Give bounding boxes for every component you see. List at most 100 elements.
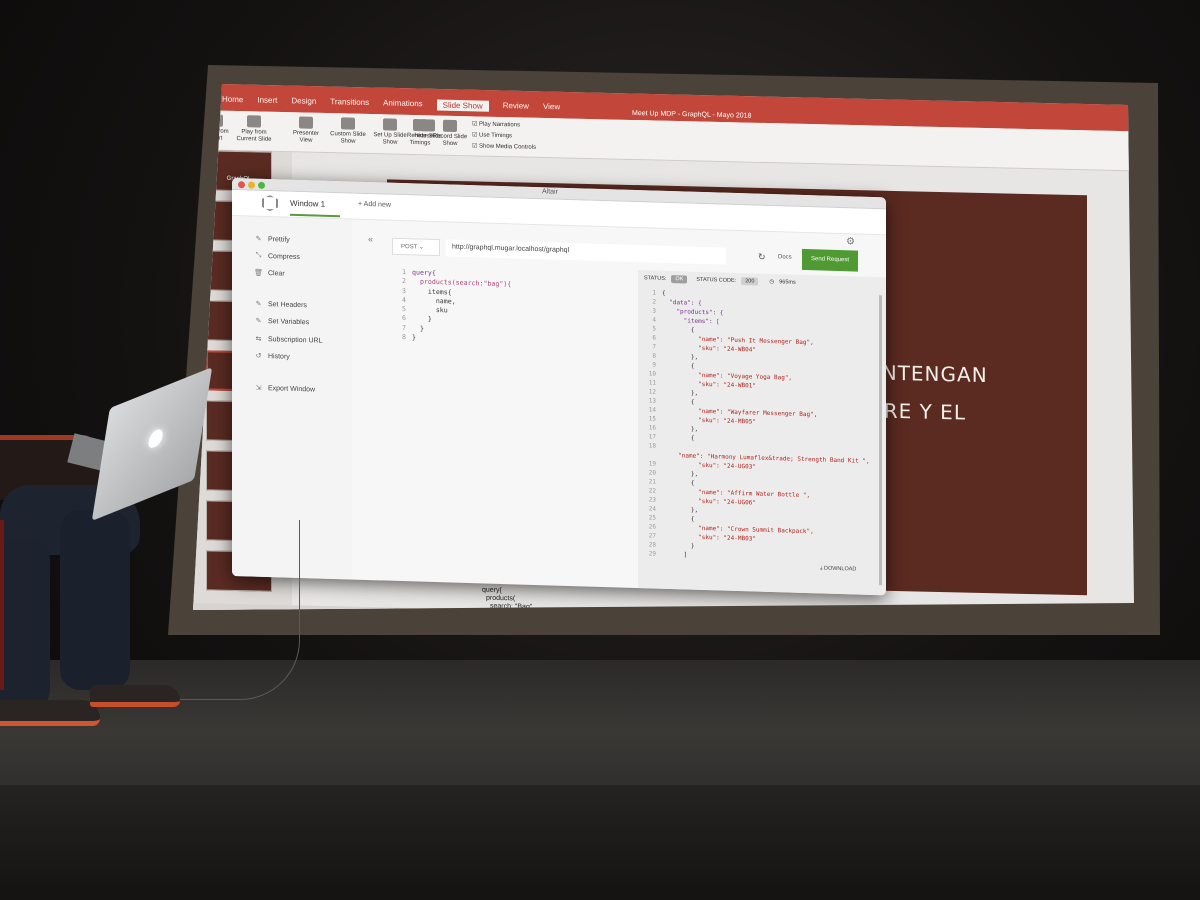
ribbon-button-icon xyxy=(247,115,261,128)
sidebar-item-set-variables[interactable]: ✎ Set Variables xyxy=(254,317,310,327)
line-number: 8 xyxy=(402,333,406,342)
checkbox-icon: ☑ xyxy=(472,121,480,128)
response-line-text: }, xyxy=(662,505,699,514)
altair-window: Altair Window 1 + Add new ⚙ ✎ Prettify ⤡ Co… xyxy=(232,178,886,596)
response-line-text: { xyxy=(662,478,695,487)
export-icon: ⇲ xyxy=(255,384,262,392)
line-number: 28 xyxy=(648,541,656,549)
line-number: 9 xyxy=(652,361,656,369)
presenter-leg xyxy=(60,510,130,690)
query-line-text: sku xyxy=(412,305,448,315)
line-number: 2 xyxy=(652,298,656,306)
line-number: 23 xyxy=(648,496,656,504)
http-method-select[interactable]: POST ⌄ xyxy=(392,237,440,257)
sidebar-item-prettify[interactable]: ✎ Prettify xyxy=(254,235,290,244)
line-number: 3 xyxy=(652,307,656,315)
ppt-document-title: Meet Up MDP - GraphQL - Mayo 2018 xyxy=(632,109,752,120)
collapse-sidebar-icon[interactable]: « xyxy=(368,234,373,244)
ppt-tab-insert[interactable]: Insert xyxy=(257,95,277,106)
ppt-tab-review[interactable]: Review xyxy=(503,101,529,113)
close-window-icon[interactable] xyxy=(238,181,245,189)
ppt-tab-view[interactable]: View xyxy=(543,102,560,113)
ppt-tab-animations[interactable]: Animations xyxy=(383,98,423,110)
line-number: 6 xyxy=(402,314,406,323)
ppt-tab-transitions[interactable]: Transitions xyxy=(330,97,369,109)
line-number: 8 xyxy=(652,352,656,360)
line-number: 17 xyxy=(648,433,656,441)
line-number: 5 xyxy=(402,305,406,314)
sidebar-item-label: Compress xyxy=(268,252,300,261)
line-number: 7 xyxy=(652,343,656,351)
response-time: 965ms xyxy=(779,279,796,286)
url-input[interactable]: http://graphql.mugar.localhost/graphql xyxy=(446,239,726,265)
ribbon-button-icon xyxy=(341,117,355,130)
subscription-icon: ⇆ xyxy=(255,335,262,343)
ribbon-button-label: Play from Current Slide xyxy=(236,129,272,143)
sidebar-item-compress[interactable]: ⤡ Compress xyxy=(254,252,300,261)
download-button[interactable]: ⤓ DOWNLOAD xyxy=(820,565,856,573)
download-icon: ⤓ xyxy=(820,565,823,572)
altair-app-title: Altair xyxy=(542,188,558,196)
reload-docs-icon[interactable]: ↻ xyxy=(758,252,766,263)
ppt-tab-home[interactable]: Home xyxy=(222,95,243,106)
response-scrollbar[interactable] xyxy=(879,295,882,586)
query-line-text: } xyxy=(412,314,432,324)
ribbon-button[interactable]: Custom Slide Show xyxy=(330,117,366,146)
minimize-window-icon[interactable] xyxy=(248,181,255,189)
query-editor[interactable]: 1 query{2 products(search:"bag"){3 items{… xyxy=(392,268,632,575)
ribbon-checkbox[interactable]: ☑ Show Media Controls xyxy=(472,142,536,150)
ribbon-button-icon xyxy=(443,119,457,133)
ribbon-checkbox[interactable]: ☑ Play Narrations xyxy=(472,120,520,128)
apple-logo-icon xyxy=(147,427,164,450)
line-number: 7 xyxy=(402,323,406,332)
checkbox-icon: ☑ xyxy=(472,132,480,139)
presenter-shoe xyxy=(90,685,180,707)
sidebar-item-set-headers[interactable]: ✎ Set Headers xyxy=(254,300,307,310)
ribbon-button-label: Record Slide Show xyxy=(432,133,468,148)
sidebar-item-history[interactable]: ↺ History xyxy=(254,352,290,361)
send-request-button[interactable]: Send Request xyxy=(802,248,858,272)
line-number: 1 xyxy=(652,289,656,297)
ribbon-button[interactable]: Play from Current Slide xyxy=(236,115,272,144)
sidebar-item-label: Clear xyxy=(268,269,285,278)
chevron-down-icon: ⌄ xyxy=(418,244,424,251)
sidebar-item-subscription-url[interactable]: ⇆ Subscription URL xyxy=(254,335,323,345)
line-number: 1 xyxy=(402,268,406,277)
response-status-bar: STATUS: OK STATUS CODE: 200 ◷ 965ms xyxy=(644,274,796,287)
tab-add-new[interactable]: + Add new xyxy=(358,201,391,209)
sidebar-item-export-window[interactable]: ⇲ Export Window xyxy=(254,384,316,394)
response-line-text: { xyxy=(662,361,695,370)
response-line-text: }, xyxy=(662,424,699,433)
settings-gear-icon[interactable]: ⚙ xyxy=(846,236,855,247)
line-number: 10 xyxy=(648,370,656,378)
ribbon-button-icon xyxy=(383,118,397,131)
ribbon-button[interactable]: Record Slide Show xyxy=(432,119,468,148)
sidebar-item-label: Set Variables xyxy=(268,317,310,326)
ppt-tab-design[interactable]: Design xyxy=(291,96,316,108)
line-number: 22 xyxy=(648,487,656,495)
sidebar-item-clear[interactable]: 🗑 Clear xyxy=(254,269,285,278)
altair-logo-icon xyxy=(262,195,278,211)
compress-icon: ⤡ xyxy=(255,251,262,259)
maximize-window-icon[interactable] xyxy=(258,181,265,189)
tab-window-1[interactable]: Window 1 xyxy=(290,198,340,218)
line-number: 20 xyxy=(648,469,656,477)
ribbon-checkbox[interactable]: ☑ Use Timings xyxy=(472,131,512,139)
ppt-tab-slide-show[interactable]: Slide Show xyxy=(436,99,489,112)
sidebar-item-label: Export Window xyxy=(268,384,316,393)
response-line-text: { xyxy=(662,397,695,406)
checkbox-icon: ☑ xyxy=(472,143,480,150)
response-panel: STATUS: OK STATUS CODE: 200 ◷ 965ms 1{2 … xyxy=(638,270,886,596)
trash-icon: 🗑 xyxy=(254,269,263,277)
ribbon-button[interactable]: Presenter View xyxy=(288,116,324,145)
response-line-text: }, xyxy=(662,469,699,478)
line-number: 21 xyxy=(648,478,656,486)
line-number: 5 xyxy=(652,325,656,333)
wand-icon: ✎ xyxy=(255,235,262,243)
query-line-text: } xyxy=(412,333,416,342)
query-line-text: name, xyxy=(412,296,456,306)
stage-edge xyxy=(0,785,1200,900)
ribbon-button-icon xyxy=(413,119,427,132)
docs-button[interactable]: Docs xyxy=(778,254,792,260)
line-number: 16 xyxy=(648,424,656,432)
